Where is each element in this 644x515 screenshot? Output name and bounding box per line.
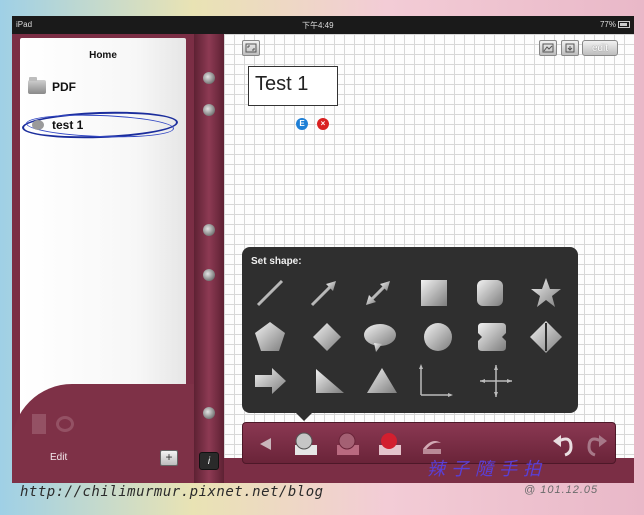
diamond-arrows-icon (530, 321, 562, 353)
arrow-icon (310, 281, 336, 307)
back-arrow-icon (260, 438, 271, 450)
shape-notched-rectangle[interactable] (474, 319, 510, 355)
shape-tool-icon (295, 432, 317, 455)
shape-circle[interactable] (420, 319, 456, 355)
sidebar-item-label: test 1 (52, 118, 84, 132)
sidebar-footer: Edit + (12, 384, 194, 483)
delete-text-button[interactable]: × (317, 118, 329, 130)
folder-icon (28, 77, 46, 94)
undo-icon (553, 435, 573, 457)
crosshair-arrows-icon (480, 365, 512, 397)
popover-title: Set shape: (251, 256, 302, 267)
sidebar-item-label: PDF (52, 80, 76, 94)
device-name: iPad (16, 20, 33, 29)
shape-line[interactable] (252, 275, 288, 311)
rounded-square-icon (477, 280, 503, 306)
rivet-icon (203, 407, 215, 419)
sidebar-title: Home (89, 50, 117, 61)
image-button[interactable] (539, 40, 557, 56)
red-shape-icon (379, 433, 401, 455)
red-shape-button[interactable] (375, 429, 405, 459)
edit-text-button[interactable]: E (296, 118, 308, 130)
shape-block-arrow[interactable] (252, 363, 288, 399)
shape-right-triangle[interactable] (312, 363, 348, 399)
rivet-icon (203, 224, 215, 236)
square-icon (421, 280, 447, 306)
shape-axes[interactable] (417, 363, 453, 399)
shape-tool-button[interactable] (291, 429, 321, 459)
battery-percent: 77% (599, 20, 616, 29)
expand-icon (245, 43, 257, 53)
double-arrow-icon (366, 281, 390, 305)
redo-icon (587, 435, 607, 457)
status-bar: iPad 下午4:49 77% (12, 16, 634, 34)
triangle-icon (367, 368, 397, 393)
chinese-watermark: 辣子隨手拍 (427, 459, 547, 480)
circle-icon (424, 323, 452, 351)
document-icon[interactable] (32, 414, 46, 434)
url-watermark: http://chilimurmur.pixnet.net/blog (20, 484, 324, 500)
shape-speech-bubble[interactable] (362, 319, 398, 355)
info-button[interactable]: i (199, 452, 219, 470)
sidebar-edit-button[interactable]: Edit (50, 452, 67, 463)
shape-fill-button[interactable] (333, 429, 363, 459)
shape-crosshair-arrows[interactable] (478, 363, 514, 399)
note-bubble-icon (32, 120, 44, 130)
notched-rectangle-icon (478, 323, 506, 351)
battery-icon (618, 21, 630, 28)
shape-double-arrow[interactable] (360, 275, 396, 311)
shape-square[interactable] (416, 275, 452, 311)
speech-bubble-icon (364, 324, 396, 352)
fullscreen-button[interactable] (242, 40, 260, 56)
line-icon (256, 279, 284, 307)
export-button[interactable] (561, 40, 579, 56)
shape-star[interactable] (528, 275, 564, 311)
sidebar: Home PDF test 1 Edit + (12, 34, 194, 483)
add-note-button[interactable]: + (160, 450, 178, 466)
canvas-edit-button[interactable]: edit (582, 40, 618, 56)
shape-triangle[interactable] (364, 363, 400, 399)
axes-icon (419, 364, 453, 397)
image-icon (542, 43, 554, 53)
export-icon (565, 43, 575, 53)
text-box[interactable]: Test 1 (248, 66, 338, 106)
shape-diamond[interactable] (309, 319, 345, 355)
star-icon (531, 278, 561, 307)
binder-spine: i (194, 34, 224, 483)
shape-diamond-arrows[interactable] (528, 319, 564, 355)
block-arrow-icon (255, 368, 286, 394)
rivet-icon (203, 269, 215, 281)
shape-popover: Set shape: (242, 247, 578, 421)
shape-fill-icon (337, 432, 359, 455)
shape-rounded-square[interactable] (472, 275, 508, 311)
clock: 下午4:49 (302, 21, 334, 30)
rivet-icon (203, 72, 215, 84)
shape-arrow[interactable] (306, 275, 342, 311)
rivet-icon (203, 104, 215, 116)
undo-button[interactable] (549, 429, 579, 459)
shape-pentagon[interactable] (252, 319, 288, 355)
date-watermark: @ 101.12.05 (524, 484, 599, 496)
pentagon-icon (255, 322, 285, 351)
back-button[interactable] (251, 429, 281, 459)
sidebar-item-test-1[interactable]: test 1 (21, 109, 179, 141)
sidebar-page: Home PDF test 1 (20, 38, 186, 428)
text-box-content: Test 1 (255, 73, 309, 95)
diamond-icon (313, 323, 341, 351)
right-triangle-icon (316, 369, 344, 393)
redo-button[interactable] (581, 429, 611, 459)
link-icon[interactable] (56, 416, 74, 432)
